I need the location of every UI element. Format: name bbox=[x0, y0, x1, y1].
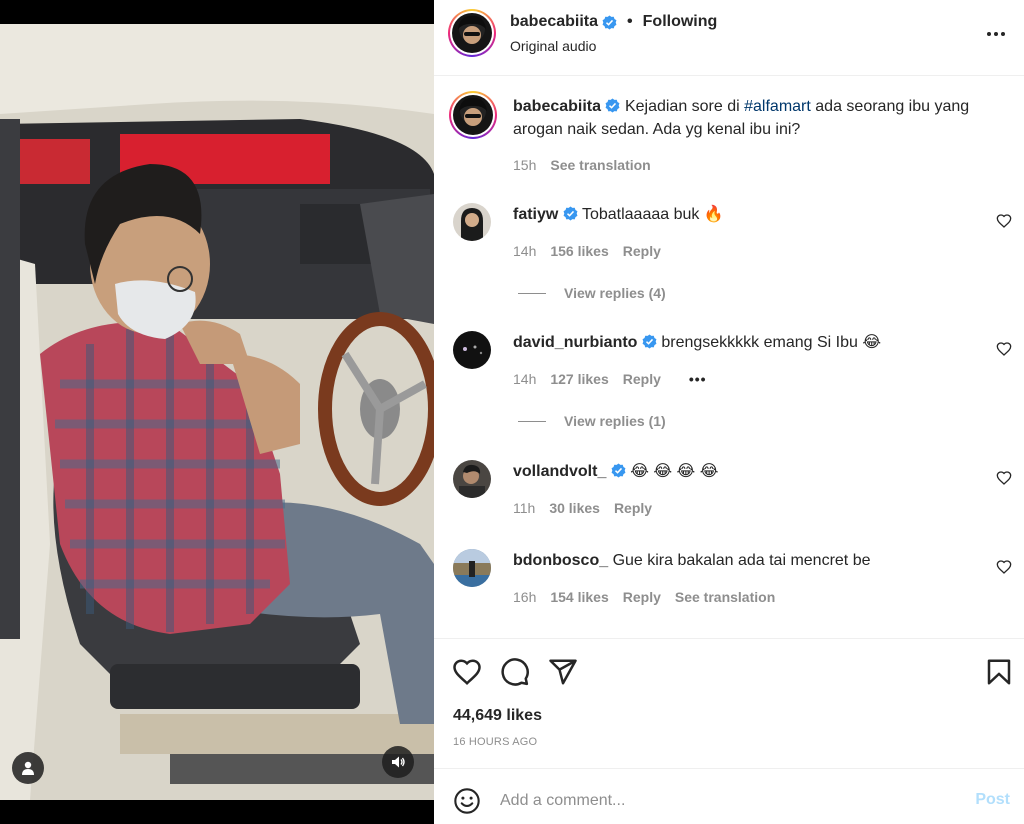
view-replies-label: View replies (1) bbox=[564, 413, 666, 429]
comment-like-icon[interactable] bbox=[996, 341, 1012, 357]
comment-time[interactable]: 11h bbox=[513, 500, 535, 516]
caption-text: babecabiita Kejadian sore di #alfamart a… bbox=[513, 95, 984, 141]
heart-icon[interactable] bbox=[452, 657, 482, 687]
likes-count[interactable]: 44,649 likes bbox=[453, 707, 542, 725]
hashtag-link[interactable]: #alfamart bbox=[744, 98, 811, 115]
comment-text: bdonbosco_ Gue kira bakalan ada tai menc… bbox=[513, 549, 984, 572]
replies-line bbox=[518, 292, 546, 294]
comment-time[interactable]: 14h bbox=[513, 371, 536, 387]
caption-time[interactable]: 15h bbox=[513, 157, 536, 173]
video-frame bbox=[0, 24, 434, 800]
comment-text: david_nurbianto brengsekkkkk emang Si Ib… bbox=[513, 331, 984, 354]
comment-text: vollandvolt_ 😂 😂 😂 😂 bbox=[513, 460, 984, 483]
audio-label[interactable]: Original audio bbox=[510, 38, 596, 54]
see-translation-button[interactable]: See translation bbox=[675, 589, 775, 605]
comment-body: Gue kira bakalan ada tai mencret be bbox=[612, 552, 871, 569]
author-avatar[interactable] bbox=[448, 9, 496, 57]
comment-like-icon[interactable] bbox=[996, 470, 1012, 486]
view-replies-button[interactable]: View replies (1) bbox=[518, 413, 666, 429]
comment-avatar[interactable] bbox=[453, 460, 491, 498]
comment-body: 😂 😂 😂 😂 bbox=[630, 463, 719, 480]
verified-badge-icon bbox=[602, 14, 617, 30]
replies-line bbox=[518, 420, 546, 422]
comment-likes[interactable]: 30 likes bbox=[549, 500, 600, 516]
separator-dot: • bbox=[627, 13, 633, 30]
comment-input[interactable] bbox=[500, 783, 940, 819]
author-line: babecabiita • Following bbox=[510, 13, 717, 31]
verified-badge-icon bbox=[642, 334, 657, 349]
comment-likes[interactable]: 156 likes bbox=[550, 243, 608, 259]
post-actions: 44,649 likes 16 HOURS AGO bbox=[434, 638, 1024, 768]
comment-meta: 14h 156 likes Reply bbox=[513, 243, 661, 259]
comment-composer: Post bbox=[434, 768, 1024, 824]
post-header: babecabiita • Following Original audio bbox=[434, 0, 1024, 76]
comment-likes[interactable]: 154 likes bbox=[550, 589, 608, 605]
comment-options-icon[interactable]: ••• bbox=[689, 371, 707, 387]
comment-likes[interactable]: 127 likes bbox=[550, 371, 608, 387]
verified-badge-icon bbox=[563, 206, 578, 221]
post-video[interactable] bbox=[0, 24, 434, 800]
comment-time[interactable]: 16h bbox=[513, 589, 536, 605]
more-options-button[interactable] bbox=[982, 22, 1010, 46]
comment-meta: 11h 30 likes Reply bbox=[513, 500, 652, 516]
comment-icon[interactable] bbox=[500, 657, 530, 687]
post-comment-button[interactable]: Post bbox=[975, 791, 1010, 809]
reply-button[interactable]: Reply bbox=[623, 371, 661, 387]
user-tag-button[interactable] bbox=[12, 752, 44, 784]
audio-toggle-button[interactable] bbox=[382, 746, 414, 778]
comment-username[interactable]: bdonbosco_ bbox=[513, 552, 608, 569]
user-tag-icon bbox=[22, 761, 34, 775]
comment-username[interactable]: vollandvolt_ bbox=[513, 463, 606, 480]
reply-button[interactable]: Reply bbox=[623, 589, 661, 605]
comment-like-icon[interactable] bbox=[996, 559, 1012, 575]
emoji-icon[interactable] bbox=[453, 787, 481, 815]
reply-button[interactable]: Reply bbox=[623, 243, 661, 259]
caption-username[interactable]: babecabiita bbox=[513, 98, 601, 115]
caption-meta: 15h See translation bbox=[513, 157, 651, 173]
author-username[interactable]: babecabiita bbox=[510, 13, 598, 31]
comment-like-icon[interactable] bbox=[996, 213, 1012, 229]
following-button[interactable]: Following bbox=[643, 13, 718, 31]
comment-time[interactable]: 14h bbox=[513, 243, 536, 259]
view-replies-button[interactable]: View replies (4) bbox=[518, 285, 666, 301]
comment-avatar[interactable] bbox=[453, 203, 491, 241]
bookmark-icon[interactable] bbox=[984, 657, 1014, 687]
share-icon[interactable] bbox=[548, 657, 578, 687]
post-timestamp[interactable]: 16 HOURS AGO bbox=[453, 736, 537, 748]
comment-meta: 14h 127 likes Reply ••• bbox=[513, 371, 707, 387]
speaker-icon bbox=[392, 756, 405, 768]
see-translation-button[interactable]: See translation bbox=[550, 157, 650, 173]
caption-body-start: Kejadian sore di bbox=[624, 98, 745, 115]
comments-list: babecabiita Kejadian sore di #alfamart a… bbox=[434, 77, 1024, 639]
comment-body: brengsekkkkk emang Si Ibu 😂 bbox=[661, 334, 882, 351]
more-options-icon bbox=[987, 32, 991, 36]
view-replies-label: View replies (4) bbox=[564, 285, 666, 301]
comment-body: Tobatlaaaaa buk 🔥 bbox=[581, 206, 724, 223]
comment-avatar[interactable] bbox=[453, 331, 491, 369]
comment-avatar[interactable] bbox=[453, 549, 491, 587]
comment-meta: 16h 154 likes Reply See translation bbox=[513, 589, 775, 605]
reply-button[interactable]: Reply bbox=[614, 500, 652, 516]
post-media bbox=[0, 0, 434, 824]
comment-username[interactable]: fatiyw bbox=[513, 206, 558, 223]
comment-text: fatiyw Tobatlaaaaa buk 🔥 bbox=[513, 203, 984, 226]
caption-avatar[interactable] bbox=[449, 91, 497, 139]
post-panel: babecabiita • Following Original audio b… bbox=[434, 0, 1024, 824]
comment-username[interactable]: david_nurbianto bbox=[513, 334, 637, 351]
verified-badge-icon bbox=[611, 463, 626, 478]
verified-badge-icon bbox=[606, 98, 620, 113]
